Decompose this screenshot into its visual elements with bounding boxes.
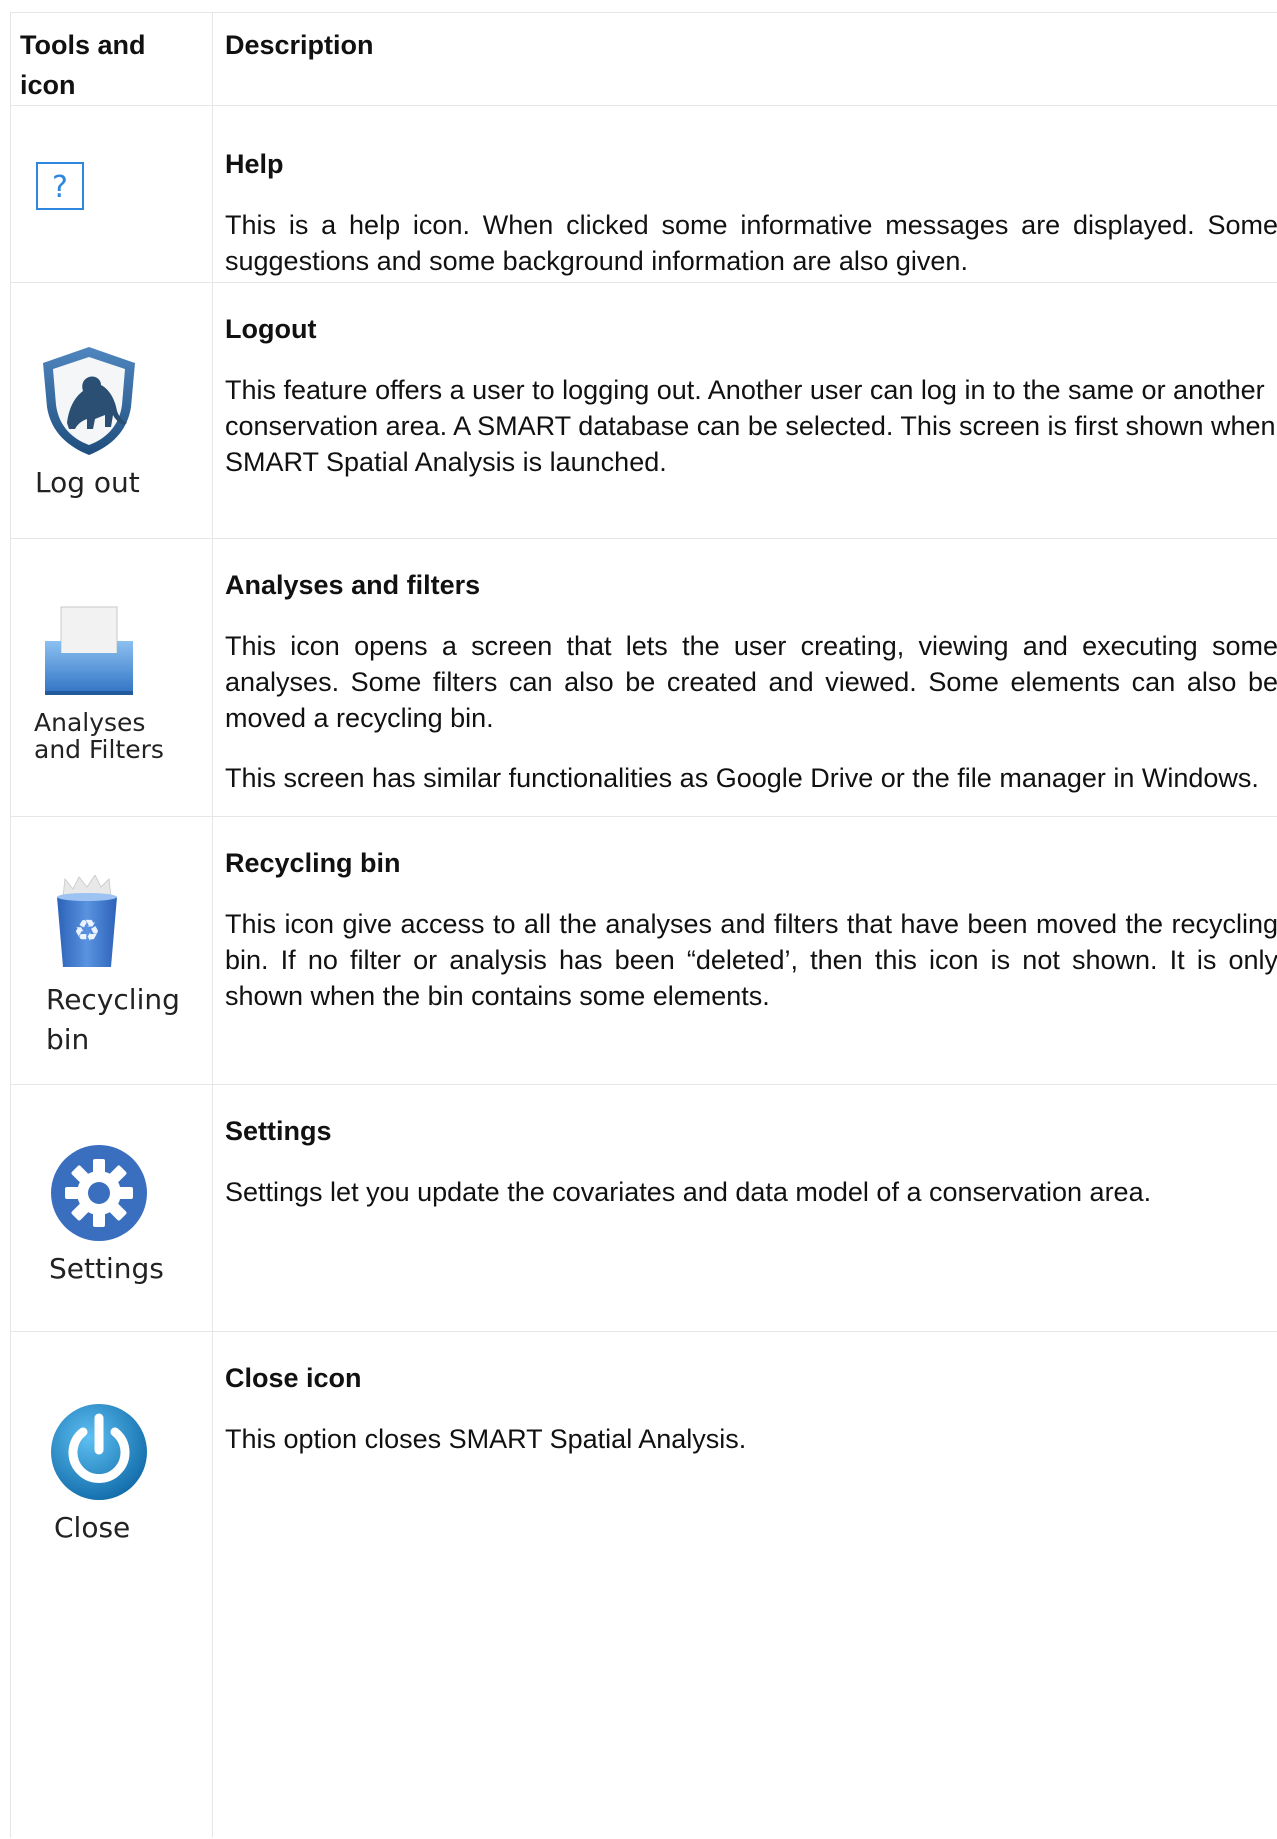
header-tools-cell: Tools and icon (11, 13, 212, 105)
settings-icon-cell: Settings (11, 1085, 212, 1331)
logout-icon-label: Log out (35, 466, 140, 499)
header-description-label: Description (225, 30, 374, 60)
close-description: This option closes SMART Spatial Analysi… (225, 1424, 747, 1454)
tools-table: Tools and icon Description ? Help This i… (10, 12, 1277, 1838)
help-description: This is a help icon. When clicked some i… (225, 210, 1277, 276)
settings-icon-label: Settings (49, 1252, 164, 1285)
recycling-description-cell: Recycling bin This icon give access to a… (225, 845, 1277, 1014)
svg-text:♻: ♻ (74, 914, 101, 949)
analyses-title: Analyses and filters (225, 570, 481, 600)
recycling-icon-cell: ♻ Recycling bin (11, 817, 212, 1084)
header-description-cell: Description (225, 13, 1277, 65)
table-row-close: Close Close icon This option closes SMAR… (11, 1332, 1277, 1839)
analyses-description-cell: Analyses and filters This icon opens a s… (225, 567, 1277, 796)
gear-icon[interactable] (49, 1143, 149, 1243)
recycling-description: This icon give access to all the analyse… (225, 909, 1277, 1011)
table-header-row: Tools and icon Description (11, 13, 1277, 106)
svg-text:?: ? (52, 170, 68, 205)
close-icon-label: Close (54, 1511, 131, 1544)
help-icon[interactable]: ? (36, 162, 84, 210)
table-row-analyses: Analyses and Filters Analyses and filter… (11, 539, 1277, 817)
analyses-icon-cell: Analyses and Filters (11, 539, 212, 816)
settings-title: Settings (225, 1116, 332, 1146)
analyses-filters-tray-icon[interactable] (41, 605, 137, 701)
close-description-cell: Close icon This option closes SMART Spat… (225, 1360, 1277, 1457)
recycling-title: Recycling bin (225, 848, 401, 878)
table-row-help: ? Help This is a help icon. When clicked… (11, 106, 1277, 283)
settings-description-cell: Settings Settings let you update the cov… (225, 1113, 1277, 1210)
table-row-logout: Log out Logout This feature offers a use… (11, 283, 1277, 539)
analyses-description-1: This icon opens a screen that lets the u… (225, 631, 1277, 733)
logout-title: Logout (225, 314, 317, 344)
table-row-settings: Settings Settings Settings let you updat… (11, 1085, 1277, 1332)
close-icon-cell: Close (11, 1332, 212, 1839)
recycling-icon-label-line2: bin (46, 1023, 90, 1056)
logout-description: This feature offers a user to logging ou… (225, 375, 1276, 477)
power-icon[interactable] (49, 1402, 149, 1502)
analyses-icon-label-line2: and Filters (34, 735, 164, 764)
recycling-bin-icon[interactable]: ♻ (51, 874, 123, 969)
settings-description: Settings let you update the covariates a… (225, 1177, 1152, 1207)
analyses-description-2: This screen has similar functionalities … (225, 763, 1259, 793)
logout-description-cell: Logout This feature offers a user to log… (225, 311, 1277, 480)
logout-shield-icon[interactable] (39, 345, 139, 457)
help-icon-cell: ? (11, 106, 212, 282)
help-title: Help (225, 149, 284, 179)
close-title: Close icon (225, 1363, 362, 1393)
logout-icon-cell: Log out (11, 283, 212, 538)
recycling-icon-label-line1: Recycling (46, 983, 180, 1016)
header-tools-label: Tools and icon (20, 30, 146, 100)
table-row-recycling-bin: ♻ Recycling bin Recycling bin This icon … (11, 817, 1277, 1085)
help-description-cell: Help This is a help icon. When clicked s… (225, 146, 1277, 279)
